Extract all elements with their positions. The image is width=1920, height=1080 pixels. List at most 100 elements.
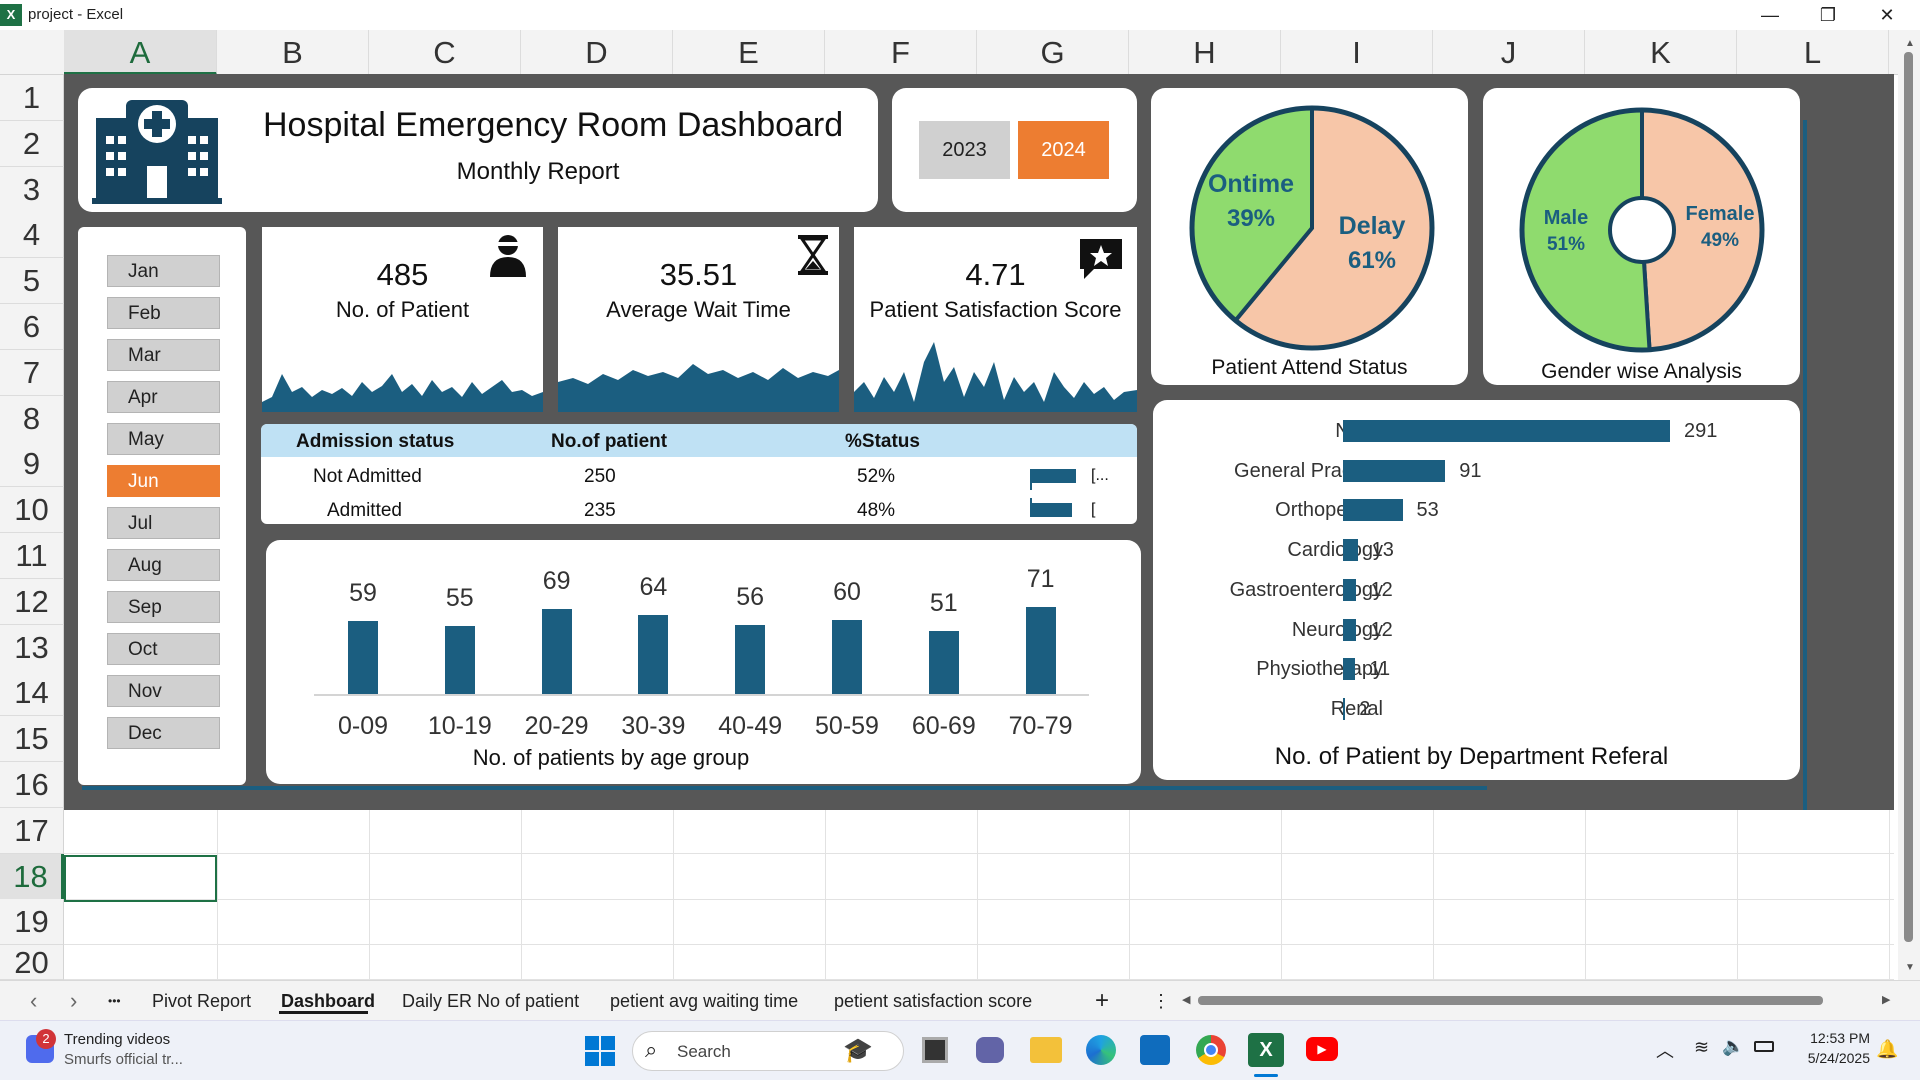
row-header-7[interactable]: 7: [0, 350, 64, 396]
row-header-18[interactable]: 18: [0, 854, 64, 900]
column-header-j[interactable]: J: [1433, 30, 1585, 75]
hscroll-thumb[interactable]: [1198, 996, 1823, 1005]
column-header-c[interactable]: C: [369, 30, 521, 75]
month-button-jun[interactable]: Jun: [107, 465, 220, 497]
row-header-4[interactable]: 4: [0, 212, 64, 258]
scroll-right-icon[interactable]: ▶: [1882, 993, 1890, 1006]
row-header-2[interactable]: 2: [0, 121, 64, 167]
chevron-up-icon[interactable]: ︿: [1656, 1037, 1674, 1063]
teams-icon[interactable]: [976, 1037, 1004, 1063]
tab-avg-waiting-time[interactable]: petient avg waiting time: [610, 981, 798, 1021]
chart-title: No. of Patient by Department Referal: [1274, 743, 1669, 770]
vertical-scrollbar[interactable]: ▲ ▼: [1898, 30, 1920, 980]
dept-bar: [1343, 578, 1357, 601]
month-button-aug[interactable]: Aug: [107, 549, 220, 581]
row-header-19[interactable]: 19: [0, 899, 64, 945]
department-chart: None291General Practice91Orthopedics53Ca…: [1153, 400, 1800, 780]
file-explorer-icon[interactable]: [1030, 1037, 1062, 1063]
row-header-12[interactable]: 12: [0, 579, 64, 625]
row-header-17[interactable]: 17: [0, 808, 64, 854]
column-header-h[interactable]: H: [1129, 30, 1281, 75]
gender-donut: Male 51% Female 49%: [1519, 107, 1765, 353]
column-header-e[interactable]: E: [673, 30, 825, 75]
row-header-9[interactable]: 9: [0, 441, 64, 487]
chrome-icon[interactable]: [1196, 1035, 1226, 1065]
month-button-oct[interactable]: Oct: [107, 633, 220, 665]
age-tick-label: 20-29: [524, 712, 589, 740]
add-sheet-button[interactable]: +: [1095, 981, 1109, 1021]
row-header-5[interactable]: 5: [0, 258, 64, 304]
prev-sheet-button[interactable]: ‹: [30, 981, 37, 1021]
column-header-g[interactable]: G: [977, 30, 1129, 75]
kpi-label: Patient Satisfaction Score: [869, 297, 1122, 322]
widget-subtitle[interactable]: Smurfs official tr...: [64, 1051, 183, 1068]
task-view-icon[interactable]: [922, 1037, 948, 1063]
row-header-20[interactable]: 20: [0, 945, 64, 980]
row-header-10[interactable]: 10: [0, 487, 64, 533]
table-cell-pct: 48%: [857, 500, 896, 521]
month-button-nov[interactable]: Nov: [107, 675, 220, 707]
clock-date[interactable]: 5/24/2025: [1790, 1050, 1870, 1066]
row-header-6[interactable]: 6: [0, 304, 64, 350]
row-header-15[interactable]: 15: [0, 716, 64, 762]
tab-daily-er[interactable]: Daily ER No of patient: [402, 981, 579, 1021]
scrollbar-thumb[interactable]: [1904, 52, 1913, 942]
tab-satisfaction-score[interactable]: petient satisfaction score: [834, 981, 1032, 1021]
column-header-l[interactable]: L: [1737, 30, 1889, 75]
scroll-left-icon[interactable]: ◀: [1182, 993, 1190, 1006]
edge-icon[interactable]: [1086, 1035, 1116, 1065]
column-header-d[interactable]: D: [521, 30, 673, 75]
column-header-a[interactable]: A: [64, 30, 217, 75]
column-header-i[interactable]: I: [1281, 30, 1433, 75]
row-header-11[interactable]: 11: [0, 533, 64, 579]
row-header-8[interactable]: 8: [0, 396, 64, 442]
scroll-up-icon[interactable]: ▲: [1905, 38, 1915, 49]
month-button-jan[interactable]: Jan: [107, 255, 220, 287]
month-button-sep[interactable]: Sep: [107, 591, 220, 623]
windows-start-icon[interactable]: [585, 1036, 615, 1066]
restore-button[interactable]: ❐: [1805, 2, 1851, 28]
notification-bell-icon[interactable]: 🔔: [1876, 1039, 1898, 1060]
chart-title: Patient Attend Status: [1211, 356, 1408, 379]
tab-pivot-report[interactable]: Pivot Report: [152, 981, 251, 1021]
kpi-card-patients: 485 No. of Patient: [262, 227, 543, 412]
selected-cell[interactable]: [64, 855, 217, 902]
horizontal-scrollbar[interactable]: ◀ ▶: [1178, 991, 1898, 1011]
column-header-k[interactable]: K: [1585, 30, 1737, 75]
more-sheets-button[interactable]: •••: [108, 981, 121, 1021]
row-header-13[interactable]: 13: [0, 625, 64, 671]
row-header-1[interactable]: 1: [0, 75, 64, 121]
row-header-16[interactable]: 16: [0, 762, 64, 808]
next-sheet-button[interactable]: ›: [70, 981, 77, 1021]
youtube-icon[interactable]: ▶: [1306, 1037, 1338, 1061]
row-header-3[interactable]: 3: [0, 167, 64, 213]
excel-taskbar-icon[interactable]: X: [1248, 1033, 1284, 1067]
store-icon[interactable]: [1140, 1035, 1170, 1065]
table-cell-count: 250: [584, 466, 616, 487]
widget-title[interactable]: Trending videos: [64, 1031, 170, 1048]
slice-label: Female: [1686, 203, 1755, 225]
dashboard-subtitle: Monthly Report: [456, 158, 620, 185]
month-button-may[interactable]: May: [107, 423, 220, 455]
dept-bar: [1343, 499, 1403, 522]
volume-icon[interactable]: 🔈: [1722, 1036, 1744, 1057]
minimize-button[interactable]: —: [1747, 2, 1793, 28]
year-2023-button[interactable]: 2023: [919, 121, 1010, 179]
sheet-options-button[interactable]: ⋮: [1152, 981, 1170, 1021]
scroll-down-icon[interactable]: ▼: [1905, 962, 1915, 973]
month-button-feb[interactable]: Feb: [107, 297, 220, 329]
month-button-apr[interactable]: Apr: [107, 381, 220, 413]
taskbar-search[interactable]: ⌕ Search 🎓: [632, 1031, 904, 1071]
month-button-dec[interactable]: Dec: [107, 717, 220, 749]
battery-icon[interactable]: [1754, 1041, 1774, 1052]
year-2024-button[interactable]: 2024: [1018, 121, 1109, 179]
wifi-icon[interactable]: ≋: [1694, 1037, 1709, 1058]
clock-time[interactable]: 12:53 PM: [1790, 1030, 1870, 1046]
tab-dashboard[interactable]: Dashboard: [281, 981, 375, 1021]
column-header-f[interactable]: F: [825, 30, 977, 75]
row-header-14[interactable]: 14: [0, 670, 64, 716]
month-button-jul[interactable]: Jul: [107, 507, 220, 539]
month-button-mar[interactable]: Mar: [107, 339, 220, 371]
column-header-b[interactable]: B: [217, 30, 369, 75]
close-button[interactable]: ✕: [1864, 2, 1910, 28]
